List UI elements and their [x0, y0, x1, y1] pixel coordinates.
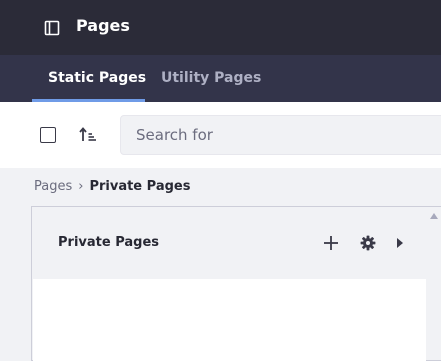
column-title: Private Pages — [58, 235, 160, 250]
search-field — [120, 115, 441, 155]
breadcrumb-separator: › — [78, 179, 84, 194]
app-header: Pages — [0, 0, 441, 55]
tab-static-pages[interactable]: Static Pages — [48, 68, 146, 88]
plus-icon[interactable] — [323, 235, 339, 251]
sidebar-panel-icon[interactable] — [44, 20, 60, 36]
breadcrumb: Pages › Private Pages — [34, 178, 190, 196]
page-title: Pages — [76, 16, 130, 35]
scroll-up-arrow-icon[interactable] — [430, 213, 438, 219]
gear-icon[interactable] — [360, 235, 376, 251]
miller-column: Private Pages — [31, 206, 441, 361]
breadcrumb-item-pages[interactable]: Pages — [34, 179, 72, 194]
sort-ascending-icon[interactable] — [79, 126, 97, 144]
breadcrumb-item-current: Private Pages — [89, 179, 191, 194]
column-content — [33, 279, 426, 361]
tab-utility-pages[interactable]: Utility Pages — [161, 68, 261, 88]
chevron-right-icon[interactable] — [395, 236, 405, 250]
select-all-checkbox[interactable] — [40, 127, 56, 143]
tab-bar: Static Pages Utility Pages — [0, 55, 441, 102]
search-input[interactable] — [136, 116, 436, 154]
management-toolbar — [0, 102, 441, 168]
